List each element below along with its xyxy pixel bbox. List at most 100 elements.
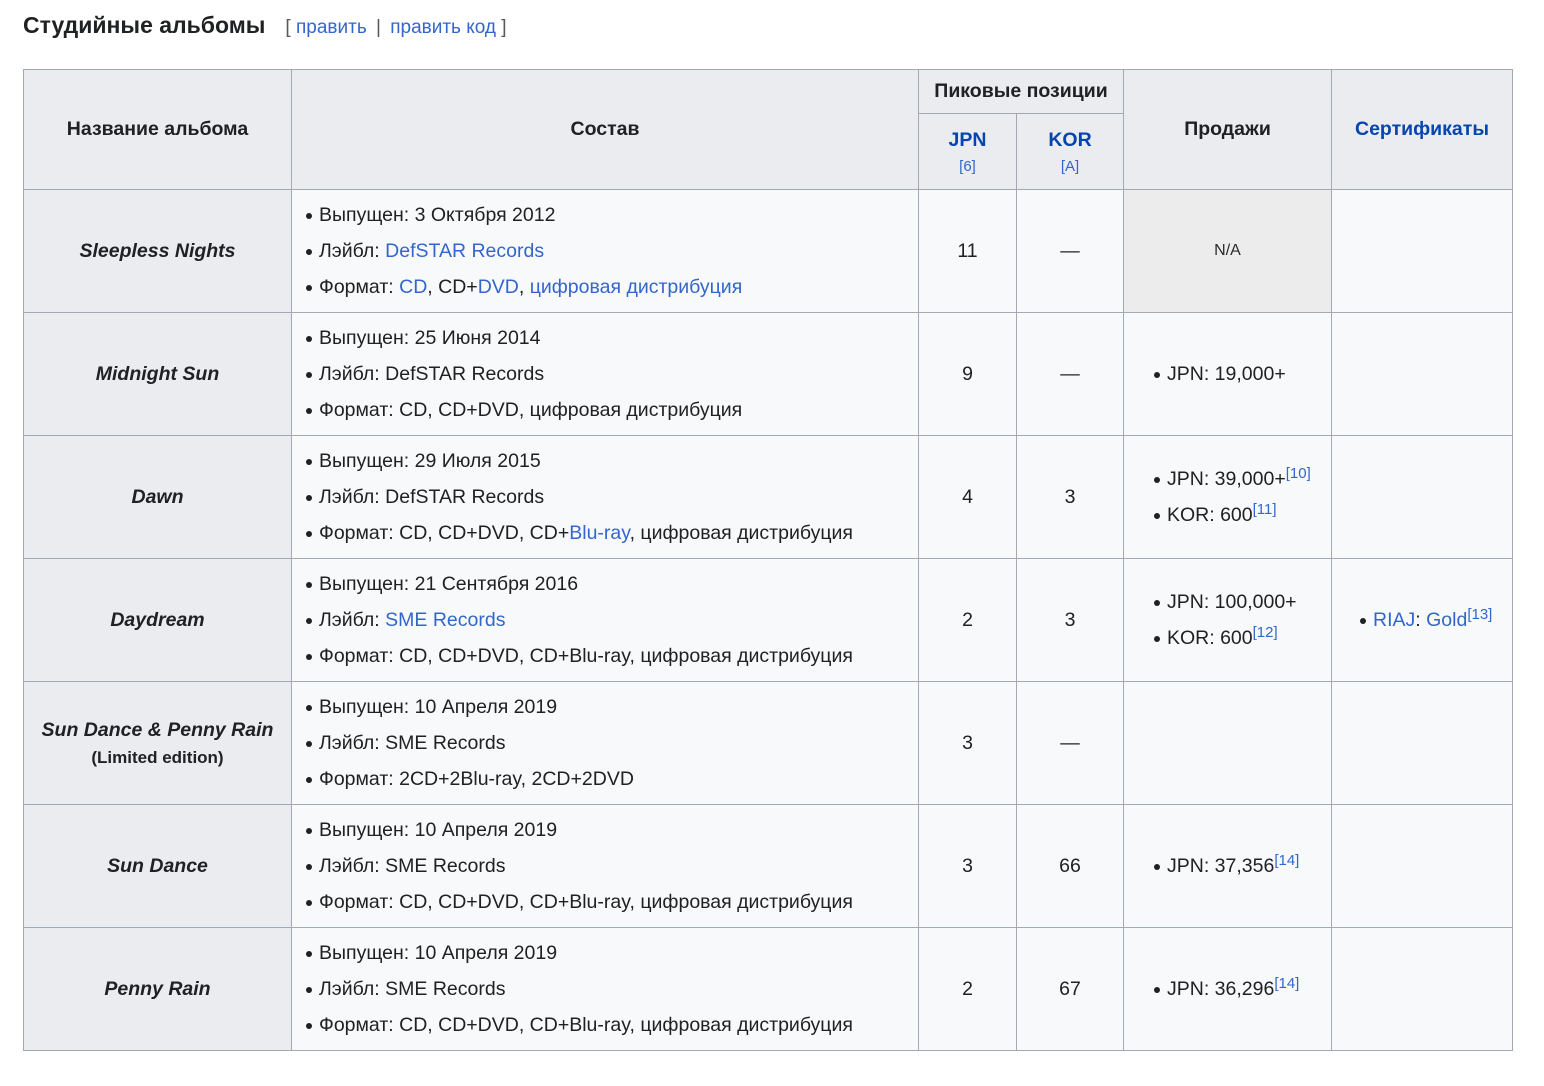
header-peak-positions: Пиковые позиции	[918, 69, 1124, 114]
label-link[interactable]: SME Records	[385, 609, 505, 631]
jpn-peak: 11	[918, 189, 1017, 313]
kor-peak: 3	[1016, 435, 1124, 559]
sales-cell: JPN: 19,000+	[1123, 312, 1332, 436]
edit-bracket-close: ]	[501, 17, 507, 38]
riaj-link[interactable]: RIAJ	[1373, 609, 1415, 631]
album-title: Penny Rain	[23, 927, 292, 1051]
album-details: Выпущен: 25 Июня 2014 Лэйбл: DefSTAR Rec…	[291, 312, 919, 436]
release-date-item: Выпущен: 21 Сентября 2016	[306, 566, 918, 602]
sales-item: JPN: 100,000+	[1154, 584, 1331, 620]
jpn-peak: 9	[918, 312, 1017, 436]
release-date-item: Выпущен: 10 Апреля 2019	[306, 689, 918, 725]
format-cd-link[interactable]: CD	[399, 276, 427, 298]
kor-reference[interactable]: [A]	[1017, 158, 1123, 175]
album-details: Выпущен: 3 Октября 2012 Лэйбл: DefSTAR R…	[291, 189, 919, 313]
format-dvd-link[interactable]: DVD	[478, 276, 519, 298]
sales-item: JPN: 39,000+[10]	[1154, 461, 1331, 497]
sales-item: KOR: 600[12]	[1154, 620, 1331, 656]
label-item: Лэйбл: DefSTAR Records	[306, 356, 918, 392]
jpn-chart-link[interactable]: JPN	[949, 129, 987, 151]
kor-chart-link[interactable]: KOR	[1048, 129, 1091, 151]
sales-item: JPN: 36,296[14]	[1154, 971, 1331, 1007]
table-row: Dawn Выпущен: 29 Июля 2015 Лэйбл: DefSTA…	[23, 435, 1513, 559]
section-title: Студийные альбомы	[23, 12, 266, 38]
edit-separator: |	[376, 17, 381, 38]
album-details: Выпущен: 10 Апреля 2019 Лэйбл: SME Recor…	[291, 804, 919, 928]
edit-code-link[interactable]: править код	[390, 17, 496, 38]
label-link[interactable]: DefSTAR Records	[385, 240, 544, 262]
format-item: Формат: CD, CD+DVD, CD+Blu-ray, цифровая…	[306, 884, 918, 920]
edit-link[interactable]: править	[296, 17, 367, 38]
sales-cell: JPN: 39,000+[10] KOR: 600[11]	[1123, 435, 1332, 559]
sales-reference[interactable]: [11]	[1253, 501, 1277, 518]
sales-reference[interactable]: [14]	[1274, 975, 1299, 992]
certifications-cell	[1331, 435, 1513, 559]
label-item: Лэйбл: DefSTAR Records	[306, 479, 918, 515]
header-row-1: Название альбома Состав Пиковые позиции …	[23, 69, 1513, 190]
header-album-name: Название альбома	[23, 69, 292, 190]
format-item: Формат: CD, CD+DVD, CD+Blu-ray, цифровая…	[306, 1007, 918, 1043]
label-item: Лэйбл: DefSTAR Records	[306, 233, 918, 269]
label-item: Лэйбл: SME Records	[306, 602, 918, 638]
jpn-reference[interactable]: [6]	[919, 158, 1016, 175]
label-item: Лэйбл: SME Records	[306, 725, 918, 761]
sales-na: N/A	[1123, 189, 1332, 313]
certifications-cell	[1331, 804, 1513, 928]
certifications-link[interactable]: Сертификаты	[1355, 118, 1489, 140]
album-title: Daydream	[23, 558, 292, 682]
kor-peak: —	[1016, 189, 1124, 313]
format-item: Формат: CD, CD+DVD, CD+Blu-ray, цифровая…	[306, 515, 918, 551]
album-title-cell: Sun Dance & Penny Rain (Limited edition)	[23, 681, 292, 805]
kor-peak: 3	[1016, 558, 1124, 682]
header-jpn: JPN [6]	[918, 113, 1017, 190]
album-details: Выпущен: 29 Июля 2015 Лэйбл: DefSTAR Rec…	[291, 435, 919, 559]
release-date-item: Выпущен: 29 Июля 2015	[306, 443, 918, 479]
table-row: Daydream Выпущен: 21 Сентября 2016 Лэйбл…	[23, 558, 1513, 682]
label-item: Лэйбл: SME Records	[306, 971, 918, 1007]
certifications-cell: RIAJ: Gold[13]	[1331, 558, 1513, 682]
jpn-peak: 3	[918, 681, 1017, 805]
table-row: Sun Dance & Penny Rain (Limited edition)…	[23, 681, 1513, 805]
certifications-cell	[1331, 312, 1513, 436]
release-date-item: Выпущен: 10 Апреля 2019	[306, 812, 918, 848]
label-item: Лэйбл: SME Records	[306, 848, 918, 884]
studio-albums-table: Название альбома Состав Пиковые позиции …	[23, 69, 1513, 1051]
album-title: Midnight Sun	[23, 312, 292, 436]
album-edition: (Limited edition)	[91, 747, 224, 767]
format-item: Формат: CD, CD+DVD, цифровая дистрибуция	[306, 269, 918, 305]
sales-reference[interactable]: [12]	[1253, 624, 1278, 641]
format-item: Формат: 2CD+2Blu-ray, 2CD+2DVD	[306, 761, 918, 797]
sales-reference[interactable]: [10]	[1286, 465, 1311, 482]
sales-cell: JPN: 100,000+ KOR: 600[12]	[1123, 558, 1332, 682]
kor-peak: 67	[1016, 927, 1124, 1051]
format-bluray-link[interactable]: Blu-ray	[569, 522, 629, 544]
certifications-cell	[1331, 927, 1513, 1051]
sales-reference[interactable]: [14]	[1274, 852, 1299, 869]
album-title: Sleepless Nights	[23, 189, 292, 313]
kor-peak: —	[1016, 681, 1124, 805]
table-row: Penny Rain Выпущен: 10 Апреля 2019 Лэйбл…	[23, 927, 1513, 1051]
jpn-peak: 2	[918, 927, 1017, 1051]
sales-item: JPN: 37,356[14]	[1154, 848, 1331, 884]
sales-cell: JPN: 37,356[14]	[1123, 804, 1332, 928]
kor-peak: —	[1016, 312, 1124, 436]
album-details: Выпущен: 10 Апреля 2019 Лэйбл: SME Recor…	[291, 927, 919, 1051]
table-row: Sun Dance Выпущен: 10 Апреля 2019 Лэйбл:…	[23, 804, 1513, 928]
album-details: Выпущен: 21 Сентября 2016 Лэйбл: SME Rec…	[291, 558, 919, 682]
album-details: Выпущен: 10 Апреля 2019 Лэйбл: SME Recor…	[291, 681, 919, 805]
header-certifications: Сертификаты	[1331, 69, 1513, 190]
album-title: Sun Dance	[23, 804, 292, 928]
format-item: Формат: CD, CD+DVD, цифровая дистрибуция	[306, 392, 918, 428]
album-title: Dawn	[23, 435, 292, 559]
header-kor: KOR [A]	[1016, 113, 1124, 190]
jpn-peak: 3	[918, 804, 1017, 928]
format-digital-link[interactable]: цифровая дистрибуция	[530, 276, 743, 298]
certification-item: RIAJ: Gold[13]	[1360, 602, 1512, 638]
release-date-item: Выпущен: 10 Апреля 2019	[306, 935, 918, 971]
edit-section-links: [ править | править код ]	[285, 17, 506, 39]
section-header: Студийные альбомы [ править | править ко…	[23, 12, 507, 39]
certification-reference[interactable]: [13]	[1467, 606, 1492, 623]
table-row: Sleepless Nights Выпущен: 3 Октября 2012…	[23, 189, 1513, 313]
table-row: Midnight Sun Выпущен: 25 Июня 2014 Лэйбл…	[23, 312, 1513, 436]
gold-link[interactable]: Gold	[1426, 609, 1467, 631]
